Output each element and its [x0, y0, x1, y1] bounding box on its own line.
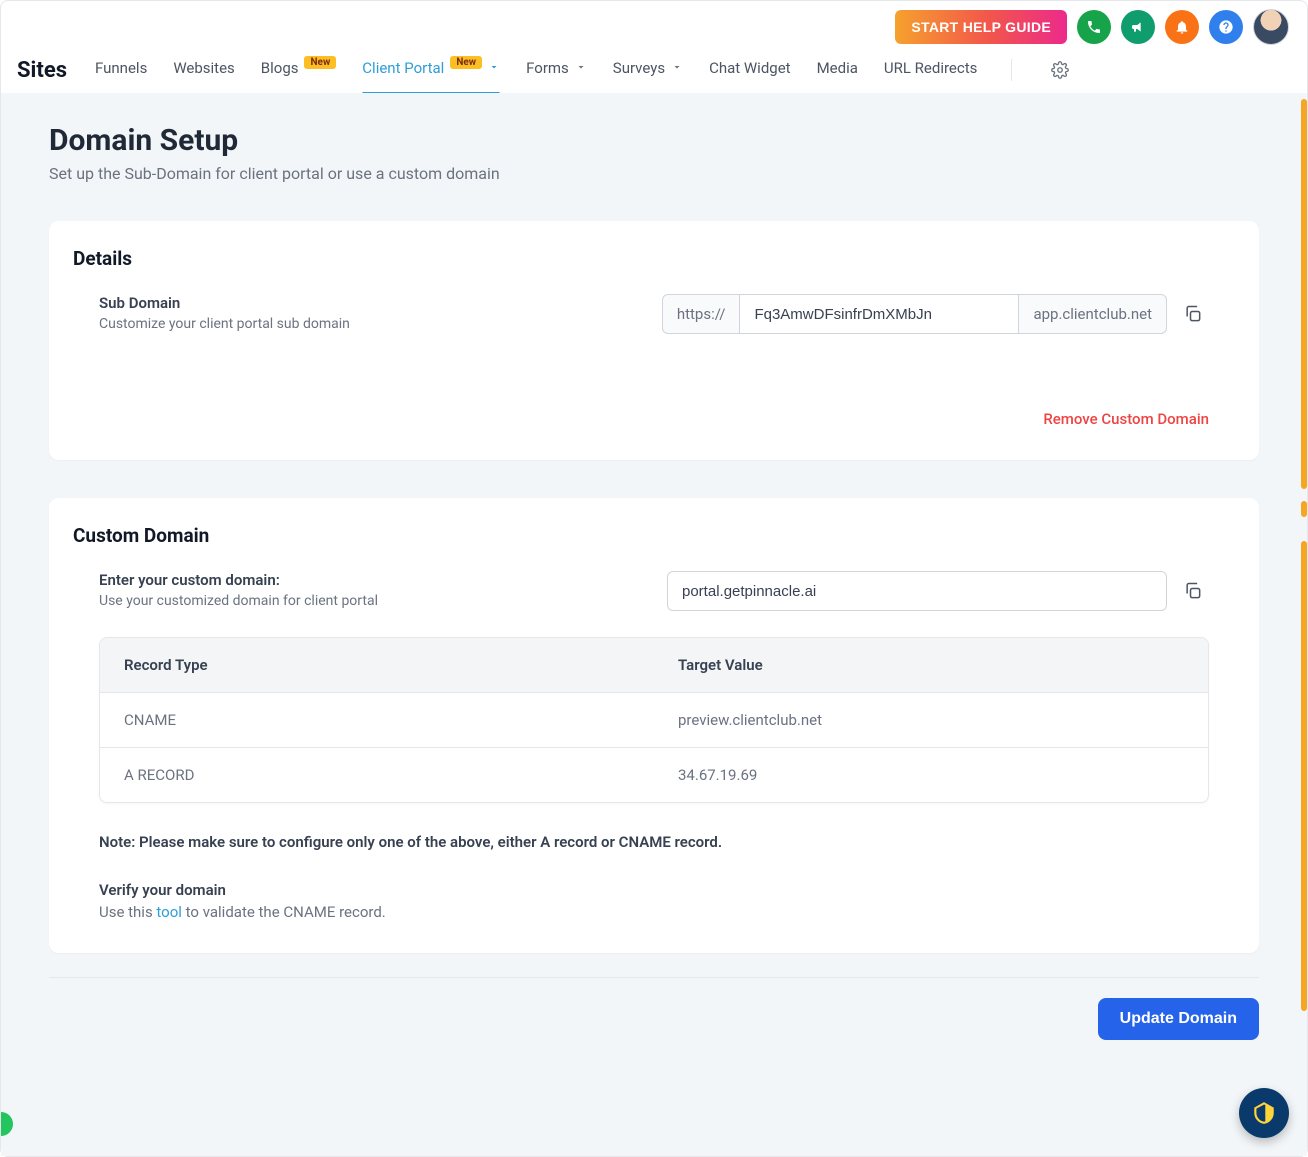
subdomain-url-group: https:// app.clientclub.net: [662, 294, 1167, 334]
custom-domain-input[interactable]: [667, 571, 1167, 611]
avatar[interactable]: [1253, 9, 1289, 45]
table-row: CNAME preview.clientclub.net: [100, 692, 1208, 747]
custom-domain-heading: Custom Domain: [73, 524, 1235, 547]
verify-tool-link[interactable]: tool: [156, 903, 182, 921]
copy-icon[interactable]: [1177, 298, 1209, 330]
phone-icon[interactable]: [1077, 10, 1111, 44]
verify-pre: Use this: [99, 903, 156, 921]
nav-url-redirects[interactable]: URL Redirects: [884, 49, 977, 91]
megaphone-icon[interactable]: [1121, 10, 1155, 44]
custom-domain-card: Custom Domain Enter your custom domain: …: [49, 498, 1259, 953]
nav-client-portal[interactable]: Client Portal New: [362, 49, 500, 91]
verify-post: to validate the CNAME record.: [182, 903, 386, 921]
scroll-indicator: [1301, 501, 1307, 517]
update-domain-button[interactable]: Update Domain: [1098, 998, 1259, 1040]
new-badge: New: [450, 56, 482, 69]
chevron-down-icon: [671, 59, 683, 77]
target-value-cell: preview.clientclub.net: [654, 693, 1208, 747]
nav-blogs[interactable]: Blogs New: [261, 49, 337, 91]
page-subtitle: Set up the Sub-Domain for client portal …: [49, 164, 1259, 183]
table-header-target-value: Target Value: [654, 638, 1208, 692]
nav-media[interactable]: Media: [817, 49, 858, 91]
nav-funnels[interactable]: Funnels: [95, 49, 147, 91]
details-card: Details Sub Domain Customize your client…: [49, 221, 1259, 460]
start-help-guide-button[interactable]: START HELP GUIDE: [895, 10, 1067, 44]
nav-websites[interactable]: Websites: [173, 49, 234, 91]
configuration-note: Note: Please make sure to configure only…: [99, 833, 1209, 851]
app-title: Sites: [17, 58, 67, 83]
settings-icon[interactable]: [1046, 56, 1074, 84]
protocol-prefix: https://: [662, 294, 740, 334]
new-badge: New: [304, 56, 336, 69]
scroll-indicator: [1301, 99, 1307, 489]
nav-surveys[interactable]: Surveys: [613, 49, 683, 91]
help-icon[interactable]: [1209, 10, 1243, 44]
subdomain-label: Sub Domain: [99, 294, 350, 312]
nav-client-portal-label: Client Portal: [362, 59, 444, 77]
custom-domain-label: Enter your custom domain:: [99, 571, 378, 589]
verify-heading: Verify your domain: [99, 881, 1209, 899]
subdomain-input[interactable]: [739, 294, 1019, 334]
subdomain-hint: Customize your client portal sub domain: [99, 316, 350, 332]
record-type-cell: CNAME: [100, 693, 654, 747]
divider: [1011, 59, 1012, 81]
remove-custom-domain-link[interactable]: Remove Custom Domain: [99, 410, 1209, 428]
nav-forms[interactable]: Forms: [526, 49, 587, 91]
table-row: A RECORD 34.67.19.69: [100, 747, 1208, 802]
target-value-cell: 34.67.19.69: [654, 748, 1208, 802]
record-type-cell: A RECORD: [100, 748, 654, 802]
page-title: Domain Setup: [49, 123, 1259, 158]
verify-text: Use this tool to validate the CNAME reco…: [99, 903, 1209, 921]
base-domain-suffix: app.clientclub.net: [1019, 294, 1167, 334]
table-header-record-type: Record Type: [100, 638, 654, 692]
nav-forms-label: Forms: [526, 59, 569, 77]
floating-badge[interactable]: [1239, 1088, 1289, 1138]
scroll-indicator: [1301, 541, 1307, 1011]
bell-icon[interactable]: [1165, 10, 1199, 44]
chevron-down-icon: [488, 59, 500, 77]
copy-icon[interactable]: [1177, 575, 1209, 607]
nav-blogs-label: Blogs: [261, 59, 299, 77]
nav-chat-widget[interactable]: Chat Widget: [709, 49, 791, 91]
details-heading: Details: [73, 247, 1235, 270]
dns-records-table: Record Type Target Value CNAME preview.c…: [99, 637, 1209, 803]
nav-surveys-label: Surveys: [613, 59, 665, 77]
custom-domain-hint: Use your customized domain for client po…: [99, 593, 378, 609]
chevron-down-icon: [575, 59, 587, 77]
